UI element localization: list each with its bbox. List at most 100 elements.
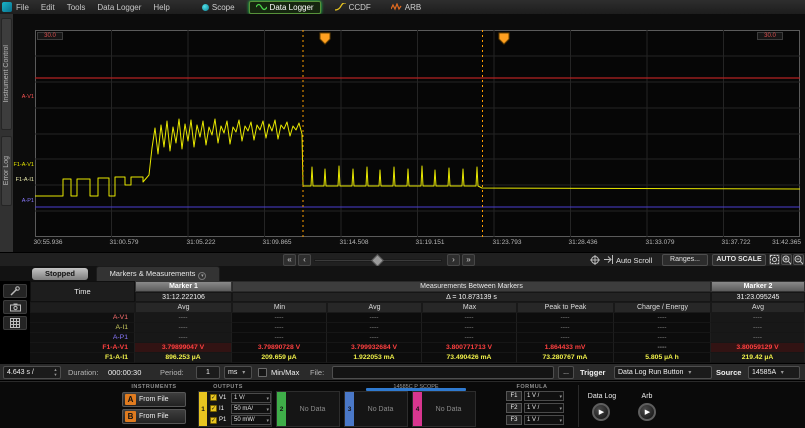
formula-row-f1: F1 1 V / bbox=[506, 391, 564, 401]
browse-button[interactable]: ... bbox=[558, 366, 574, 379]
v1-range-select[interactable]: 1 V/ bbox=[231, 393, 271, 403]
f2-range-select[interactable]: 1 V / bbox=[524, 403, 564, 413]
i1-checkbox[interactable] bbox=[210, 405, 217, 412]
x-tick: 31:28.436 bbox=[561, 239, 605, 246]
menu-tools[interactable]: Tools bbox=[67, 3, 86, 12]
marker2-header[interactable]: Marker 2 bbox=[711, 281, 805, 292]
i1-range-select[interactable]: 50 mA/ bbox=[231, 404, 271, 414]
ranges-button[interactable]: Ranges... bbox=[662, 254, 708, 266]
data-log-label: Data Log bbox=[582, 393, 622, 400]
sidebar-item-error-log[interactable]: Error Log bbox=[1, 136, 12, 206]
zoom-out-icon[interactable] bbox=[793, 254, 804, 265]
trigger-label: Trigger bbox=[580, 368, 605, 377]
auto-scroll-toggle[interactable]: Auto Scroll bbox=[616, 256, 652, 265]
marker1-header[interactable]: Marker 1 bbox=[135, 281, 232, 292]
crosshair-icon[interactable] bbox=[589, 254, 600, 265]
scroll-right-button[interactable]: › bbox=[447, 254, 460, 266]
formula-row-f3: F3 1 V / bbox=[506, 415, 564, 425]
trace-label-a-p1: A-P1 bbox=[13, 198, 34, 204]
p1-range-select[interactable]: 50 mW/ bbox=[231, 415, 271, 425]
marker1-flag[interactable] bbox=[319, 32, 331, 45]
y-scale-right: 30.0 bbox=[757, 32, 783, 40]
duration-label: Duration: bbox=[68, 368, 98, 377]
instrument-a-badge: A bbox=[125, 394, 136, 405]
table-row: A-I1 ---- ---- ---- ---- ---- ---- ---- bbox=[30, 323, 805, 333]
sidebar-item-instrument-control[interactable]: Instrument Control bbox=[1, 18, 12, 130]
scroll-track[interactable] bbox=[314, 259, 442, 262]
v1-checkbox[interactable] bbox=[210, 394, 217, 401]
p1-checkbox[interactable] bbox=[210, 417, 217, 424]
period-input[interactable]: 1 bbox=[196, 366, 220, 379]
chevron-down-icon[interactable]: ▾ bbox=[198, 272, 206, 280]
between-markers-header: Measurements Between Markers bbox=[232, 281, 711, 292]
period-unit-select[interactable]: ms bbox=[224, 366, 252, 379]
tools-icon[interactable] bbox=[3, 284, 27, 298]
status-row: Stopped Markers & Measurements▾ bbox=[0, 266, 805, 281]
file-input[interactable] bbox=[332, 366, 554, 379]
formula-row-f2: F2 1 V / bbox=[506, 403, 564, 413]
instrument-b-from-file-button[interactable]: B From File bbox=[122, 409, 186, 424]
source-select[interactable]: 14585A bbox=[748, 366, 800, 379]
tab-arb[interactable]: ARB bbox=[385, 2, 427, 13]
scroll-far-right-button[interactable]: » bbox=[462, 254, 475, 266]
waveform-plot[interactable] bbox=[35, 30, 800, 237]
chart-toolbar: « ‹ › » Auto Scroll Ranges... AUTO SCALE bbox=[0, 252, 805, 266]
spinner-arrows-icon[interactable]: ▲▼ bbox=[52, 367, 59, 378]
marker2-flag[interactable] bbox=[498, 32, 510, 45]
instrument-a-from-file-button[interactable]: A From File bbox=[122, 392, 186, 407]
x-tick: 31:42.365 bbox=[757, 239, 801, 246]
f3-range-select[interactable]: 1 V / bbox=[524, 415, 564, 425]
menu-bar: File Edit Tools Data Logger Help Scope D… bbox=[0, 0, 805, 14]
scroll-left-button[interactable]: ‹ bbox=[298, 254, 311, 266]
tab-ccdf[interactable]: CCDF bbox=[329, 2, 377, 13]
chart-area: 30.0 30.0 A-V1 F1-A-V1 F1-A-I1 A-P1 30:5… bbox=[13, 14, 805, 252]
timebase-spinner[interactable]: 4.643 s / ▲▼ bbox=[3, 366, 61, 379]
output3-tab[interactable]: 3 bbox=[345, 392, 354, 426]
f1-range-select[interactable]: 1 V / bbox=[524, 391, 564, 401]
zoom-window-icon[interactable] bbox=[769, 254, 780, 265]
camera-icon[interactable] bbox=[3, 300, 27, 314]
output-group-4: 4 No Data bbox=[412, 391, 476, 427]
table-row: F1-A-V1 3.79899047 V 3.79890728 V 3.7999… bbox=[30, 343, 805, 353]
arb-run-button[interactable] bbox=[638, 403, 656, 421]
minmax-checkbox[interactable] bbox=[258, 368, 267, 377]
file-label: File: bbox=[310, 368, 324, 377]
instrument-tab-indicator bbox=[366, 388, 466, 391]
tab-scope[interactable]: Scope bbox=[196, 2, 241, 13]
menu-file[interactable]: File bbox=[16, 3, 29, 12]
app-logo-icon bbox=[2, 2, 12, 12]
auto-scale-button[interactable]: AUTO SCALE bbox=[712, 254, 766, 266]
data-log-run-button[interactable] bbox=[592, 403, 610, 421]
zoom-in-icon[interactable] bbox=[781, 254, 792, 265]
scope-icon bbox=[202, 4, 209, 11]
output1-tab[interactable]: 1 bbox=[199, 392, 207, 426]
acquisition-status-badge[interactable]: Stopped bbox=[32, 268, 88, 280]
marker1-time: 31:12.222106 bbox=[135, 292, 232, 302]
markers-delta: Δ = 10.873139 s bbox=[232, 292, 711, 302]
duration-value: 000:00:30 bbox=[108, 368, 141, 377]
tab-data-logger[interactable]: Data Logger bbox=[249, 1, 321, 14]
menu-data-logger[interactable]: Data Logger bbox=[97, 3, 141, 12]
column-header-charge: Charge / Energy bbox=[614, 302, 711, 313]
grid-view-icon[interactable] bbox=[3, 316, 27, 330]
x-tick: 31:05.222 bbox=[179, 239, 223, 246]
formula-header: FORMULA bbox=[500, 384, 564, 390]
time-column-header: Time bbox=[30, 281, 135, 302]
left-sidebar: Instrument Control Error Log bbox=[0, 14, 13, 252]
output4-tab[interactable]: 4 bbox=[413, 392, 422, 426]
auto-scroll-icon bbox=[603, 254, 614, 265]
x-tick: 31:14.508 bbox=[332, 239, 376, 246]
column-header-blank bbox=[30, 302, 135, 313]
x-tick: 31:33.079 bbox=[638, 239, 682, 246]
minmax-label: Min/Max bbox=[271, 368, 299, 377]
scroll-far-left-button[interactable]: « bbox=[283, 254, 296, 266]
column-header-max: Max bbox=[422, 302, 517, 313]
output2-tab[interactable]: 2 bbox=[277, 392, 286, 426]
marker2-time: 31:23.095245 bbox=[711, 292, 805, 302]
trigger-select[interactable]: Data Log Run Button bbox=[614, 366, 712, 379]
menu-edit[interactable]: Edit bbox=[41, 3, 55, 12]
arb-wave-icon bbox=[391, 3, 402, 11]
markers-measurements-tab[interactable]: Markers & Measurements▾ bbox=[96, 266, 220, 281]
scroll-thumb[interactable] bbox=[371, 254, 384, 267]
menu-help[interactable]: Help bbox=[153, 3, 169, 12]
